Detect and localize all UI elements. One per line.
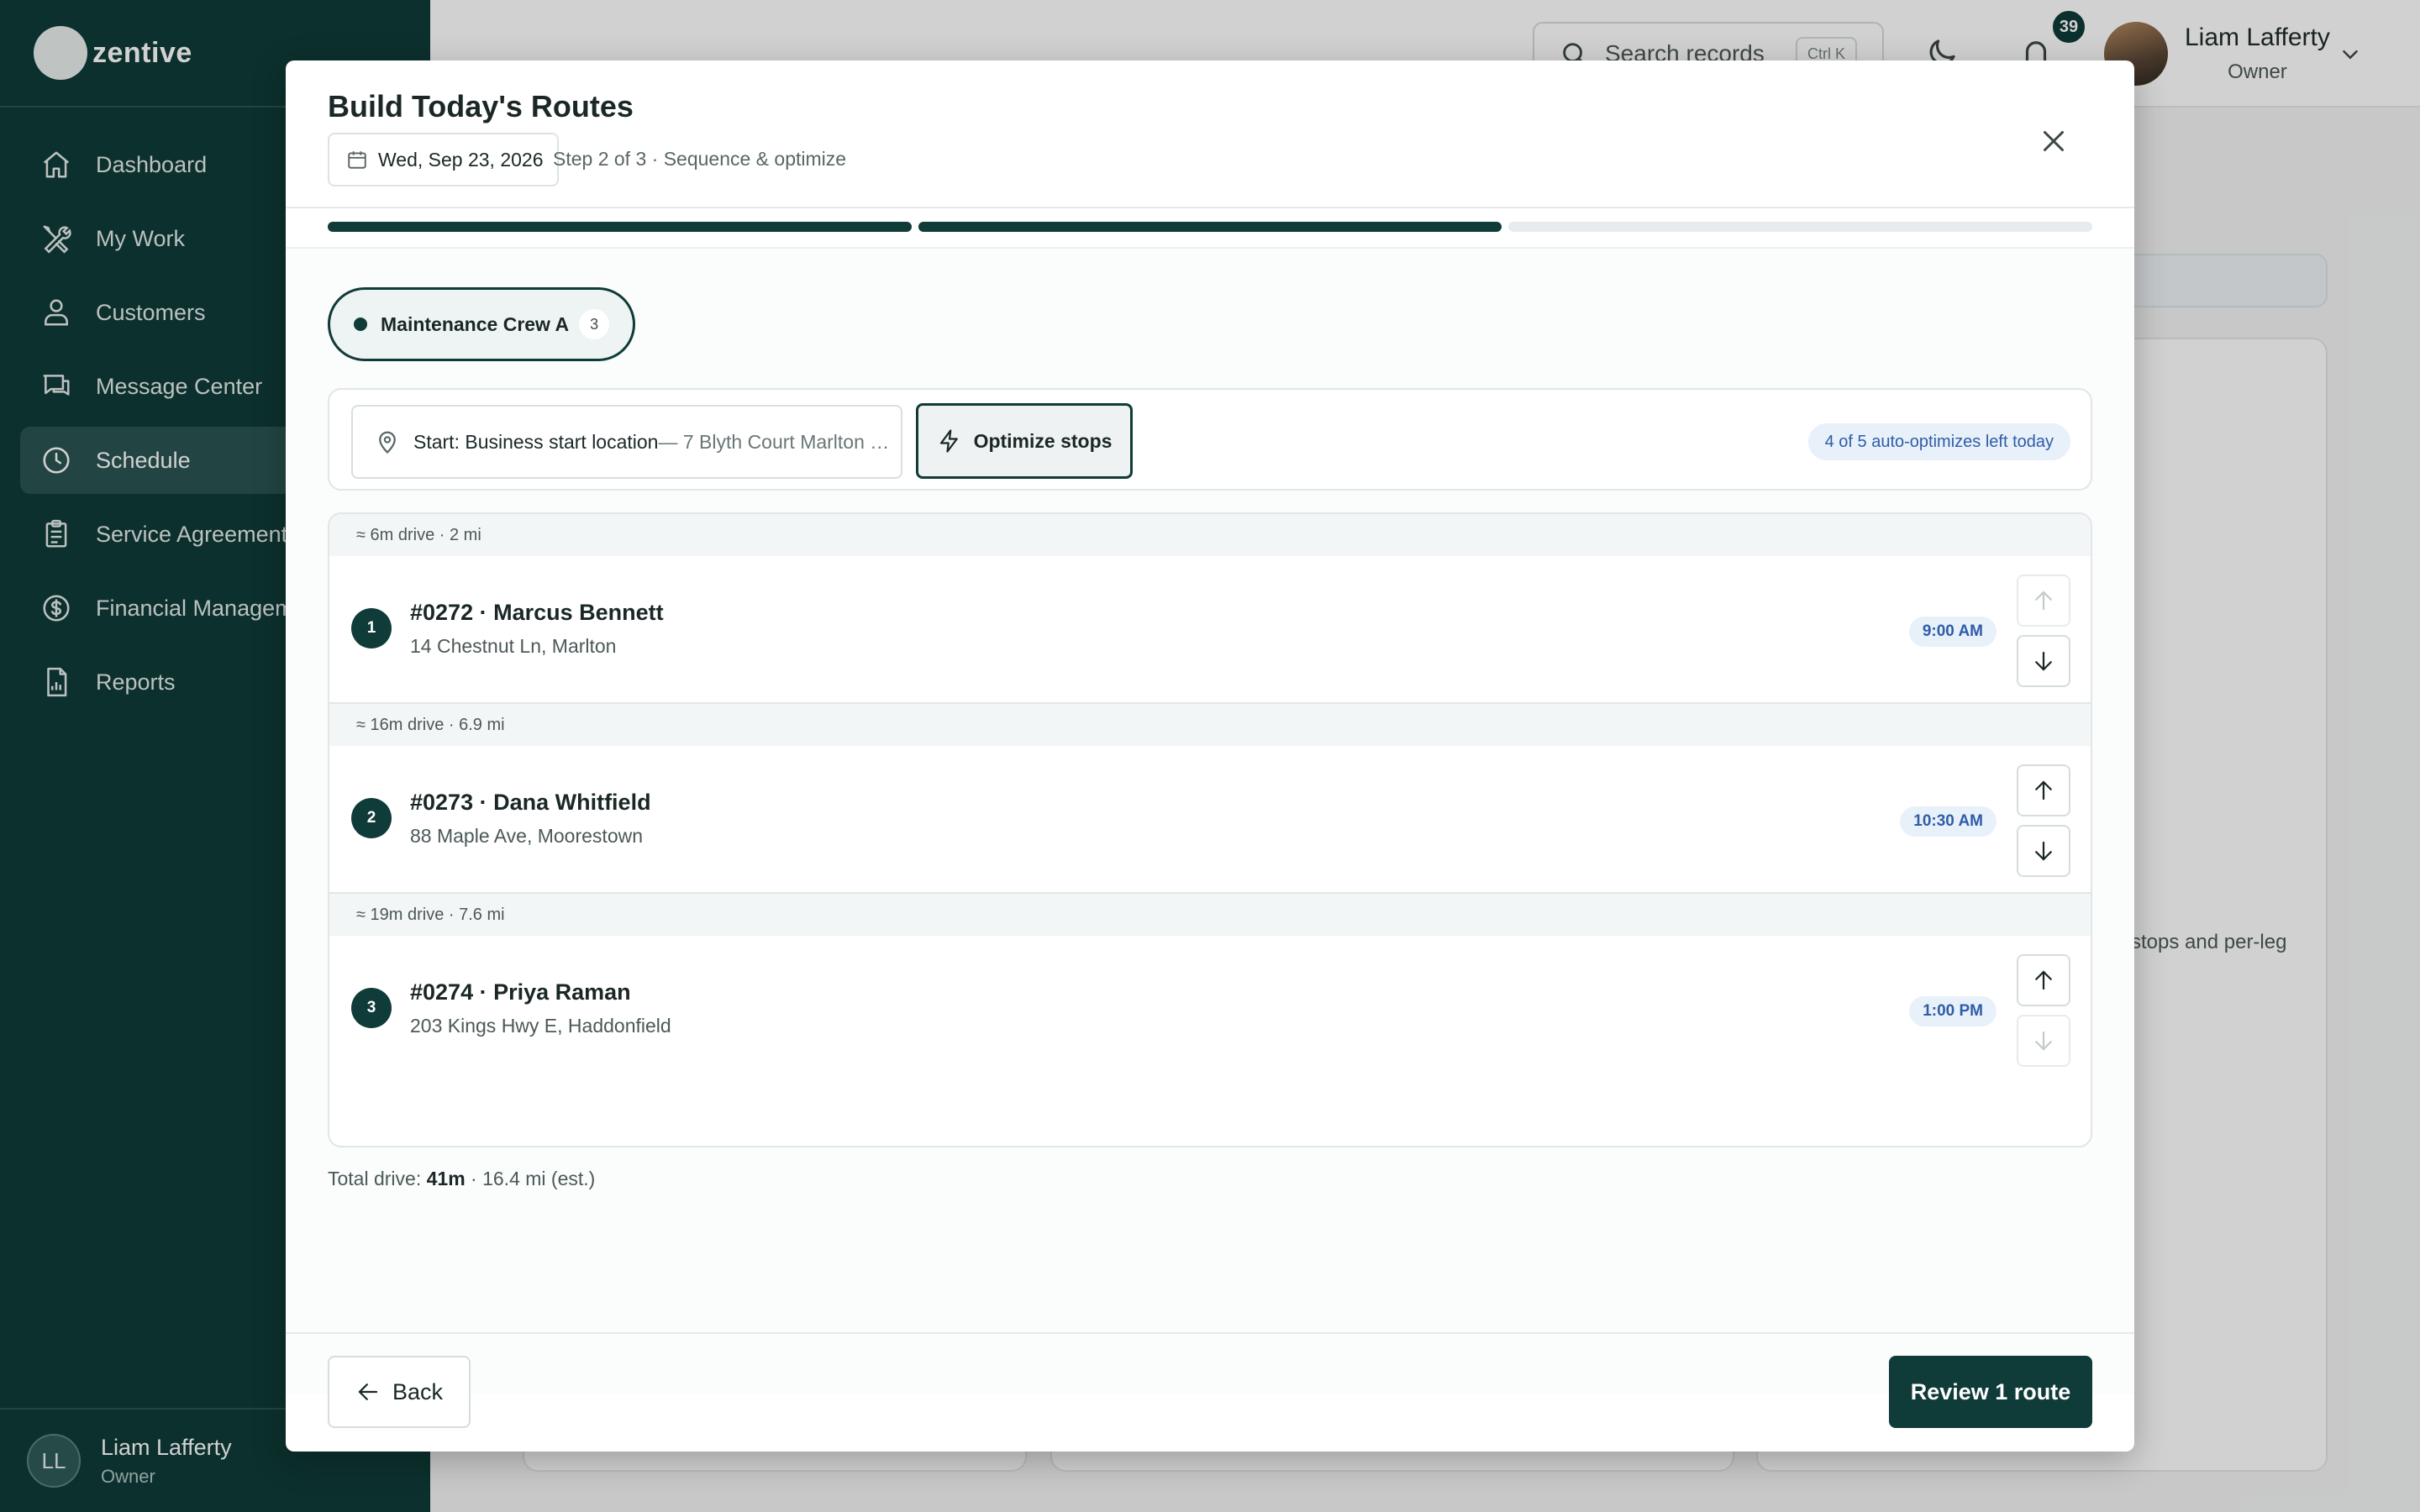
total-drive-distance: · 16.4 mi (est.) bbox=[465, 1168, 596, 1189]
start-location-select[interactable]: Start: Business start location — 7 Blyth… bbox=[351, 405, 902, 479]
progress-segment-3 bbox=[1508, 222, 2093, 232]
build-routes-modal: Build Today's Routes Wed, Sep 23, 2026 S… bbox=[286, 60, 2134, 1452]
arrow-down-icon bbox=[2035, 841, 2052, 861]
drive-leg: ≈ 19m drive · 7.6 mi bbox=[329, 894, 2091, 936]
drive-leg: ≈ 6m drive · 2 mi bbox=[329, 514, 2091, 556]
move-up-button[interactable] bbox=[2017, 575, 2070, 627]
route-controls: Start: Business start location — 7 Blyth… bbox=[328, 388, 2092, 491]
arrow-up-icon bbox=[2035, 970, 2052, 990]
move-down-button[interactable] bbox=[2017, 1015, 2070, 1067]
arrow-down-icon bbox=[2035, 1031, 2052, 1051]
crew-stop-count: 3 bbox=[579, 309, 610, 339]
progress-segment-1 bbox=[328, 222, 912, 232]
arrow-up-icon bbox=[2035, 780, 2052, 801]
step-indicator: Step 2 of 3 · Sequence & optimize bbox=[553, 148, 847, 170]
drive-leg: ≈ 16m drive · 6.9 mi bbox=[329, 704, 2091, 746]
total-drive: Total drive: 41m · 16.4 mi (est.) bbox=[328, 1168, 595, 1190]
stop-title: #0274 · Priya Raman bbox=[410, 979, 631, 1005]
crew-status-dot bbox=[354, 318, 367, 331]
map-pin-icon bbox=[379, 431, 396, 454]
stop-time: 10:30 AM bbox=[1900, 806, 1996, 837]
stop-title: #0273 · Dana Whitfield bbox=[410, 790, 651, 815]
arrow-down-icon bbox=[2035, 651, 2052, 671]
stop-title: #0272 · Marcus Bennett bbox=[410, 600, 664, 625]
optimize-stops-button[interactable]: Optimize stops bbox=[916, 403, 1133, 479]
stop-number: 1 bbox=[351, 608, 392, 648]
stop-list: ≈ 6m drive · 2 mi 1 #0272 · Marcus Benne… bbox=[328, 512, 2092, 1147]
total-drive-time: 41m bbox=[426, 1168, 466, 1189]
lightning-icon bbox=[939, 429, 958, 453]
list-item: 2 #0273 · Dana Whitfield 88 Maple Ave, M… bbox=[329, 746, 2091, 894]
back-button[interactable]: Back bbox=[328, 1356, 471, 1428]
auto-optimize-remaining: 4 of 5 auto-optimizes left today bbox=[1807, 423, 2070, 460]
arrow-up-icon bbox=[2035, 591, 2052, 611]
start-location-label: Start: Business start location bbox=[413, 430, 659, 453]
move-down-button[interactable] bbox=[2017, 825, 2070, 877]
modal-divider bbox=[286, 207, 2134, 208]
move-down-button[interactable] bbox=[2017, 635, 2070, 687]
crew-name: Maintenance Crew A bbox=[381, 312, 570, 335]
crew-tab-maintenance-crew-a[interactable]: Maintenance Crew A 3 bbox=[328, 287, 636, 361]
step-progress bbox=[328, 222, 2093, 232]
stop-time: 1:00 PM bbox=[1909, 996, 1996, 1026]
stop-time: 9:00 AM bbox=[1908, 617, 1996, 647]
stop-number: 2 bbox=[351, 798, 392, 838]
close-button[interactable] bbox=[2033, 121, 2074, 161]
footer-divider bbox=[286, 1332, 2134, 1334]
date-chip[interactable]: Wed, Sep 23, 2026 bbox=[328, 133, 559, 186]
stop-number: 3 bbox=[351, 988, 392, 1028]
progress-segment-2 bbox=[918, 222, 1502, 232]
start-location-address: — 7 Blyth Court Marlton … bbox=[658, 430, 890, 453]
close-icon bbox=[2044, 131, 2064, 151]
arrow-left-icon bbox=[358, 1383, 378, 1400]
review-route-button[interactable]: Review 1 route bbox=[1889, 1356, 2092, 1428]
modal-title: Build Today's Routes bbox=[328, 89, 634, 123]
move-up-button[interactable] bbox=[2017, 954, 2070, 1006]
stop-address: 203 Kings Hwy E, Haddonfield bbox=[410, 1015, 671, 1037]
optimize-stops-label: Optimize stops bbox=[973, 429, 1113, 452]
list-item: 1 #0272 · Marcus Bennett 14 Chestnut Ln,… bbox=[329, 556, 2091, 704]
move-up-button[interactable] bbox=[2017, 764, 2070, 816]
back-label: Back bbox=[392, 1378, 444, 1404]
stop-address: 14 Chestnut Ln, Marlton bbox=[410, 635, 617, 657]
calendar-icon bbox=[348, 151, 366, 169]
stop-address: 88 Maple Ave, Moorestown bbox=[410, 825, 644, 847]
date-label: Wed, Sep 23, 2026 bbox=[378, 148, 544, 171]
total-drive-label: Total drive: bbox=[328, 1168, 422, 1189]
list-item: 3 #0274 · Priya Raman 203 Kings Hwy E, H… bbox=[329, 936, 2091, 1084]
